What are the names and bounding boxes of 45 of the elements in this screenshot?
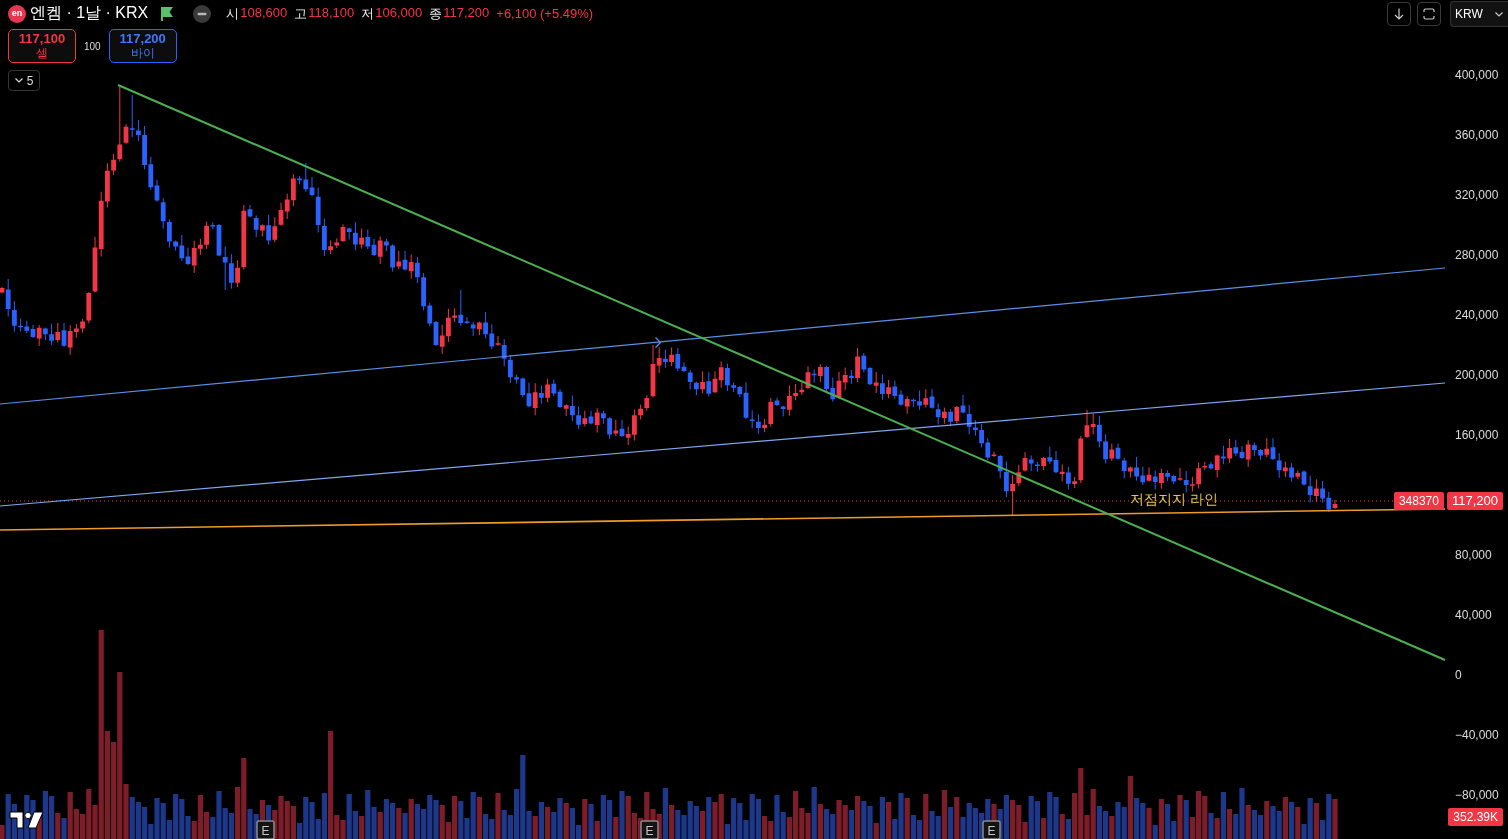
axis-label: 280,000 <box>1455 248 1499 262</box>
sell-button[interactable]: 117,100 셀 <box>8 29 76 63</box>
buy-button[interactable]: 117,200 바이 <box>108 29 177 63</box>
price-change: +6,100 (+5.49%) <box>496 6 594 21</box>
annotation-label: 저점지지 라인 <box>1130 491 1218 507</box>
ohlc-label: 종 <box>429 4 443 23</box>
axis-label: 40,000 <box>1455 608 1492 622</box>
volume-tag: 352.39K <box>1448 808 1503 826</box>
frame-icon <box>1423 8 1435 20</box>
frame-button[interactable] <box>1417 2 1441 26</box>
chevron-down-icon <box>14 78 23 83</box>
ohlc-value: 108,600 <box>240 4 288 22</box>
axis-label: −80,000 <box>1455 788 1499 802</box>
axis-label: 360,000 <box>1455 128 1499 142</box>
axis-label: 240,000 <box>1455 308 1499 322</box>
earnings-marker[interactable]: E <box>256 820 275 839</box>
logo-icon <box>9 811 44 829</box>
quantity-label: 100 <box>84 40 101 52</box>
chevron-icon <box>654 336 662 349</box>
ohlc-value: 118,100 <box>308 4 355 22</box>
axis-label: 160,000 <box>1455 428 1499 442</box>
axis-label: 320,000 <box>1455 188 1499 202</box>
axis-label: 80,000 <box>1455 548 1492 562</box>
currency-dropdown[interactable]: KRW <box>1450 1 1508 27</box>
ohlc-label: 고 <box>294 4 308 23</box>
symbol-logo: en <box>8 4 26 23</box>
axis-label: −40,000 <box>1455 728 1499 742</box>
earnings-marker[interactable]: E <box>640 820 659 839</box>
earnings-marker[interactable]: E <box>982 820 1001 839</box>
price-tag: 117,200 <box>1446 492 1503 510</box>
axis-label: 0 <box>1455 668 1462 682</box>
symbol-title[interactable]: 엔켐 · 1날 · KRX <box>30 3 149 24</box>
ohlc-value: 106,000 <box>375 4 423 22</box>
flag-icon[interactable] <box>161 6 174 21</box>
ohlc-value: 117,200 <box>443 4 490 22</box>
indicators-toggle[interactable]: 5 <box>8 70 40 91</box>
axis-label: 200,000 <box>1455 368 1499 382</box>
caret-icon <box>1495 11 1503 17</box>
arrow-down-icon <box>1393 8 1405 20</box>
price-tag: 348370 <box>1393 492 1444 510</box>
download-button[interactable] <box>1387 2 1411 26</box>
ohlc-label: 시 <box>226 4 240 23</box>
minus-circle-icon[interactable] <box>193 4 212 23</box>
axis-label: 400,000 <box>1455 68 1499 82</box>
ohlc-label: 저 <box>361 4 375 23</box>
